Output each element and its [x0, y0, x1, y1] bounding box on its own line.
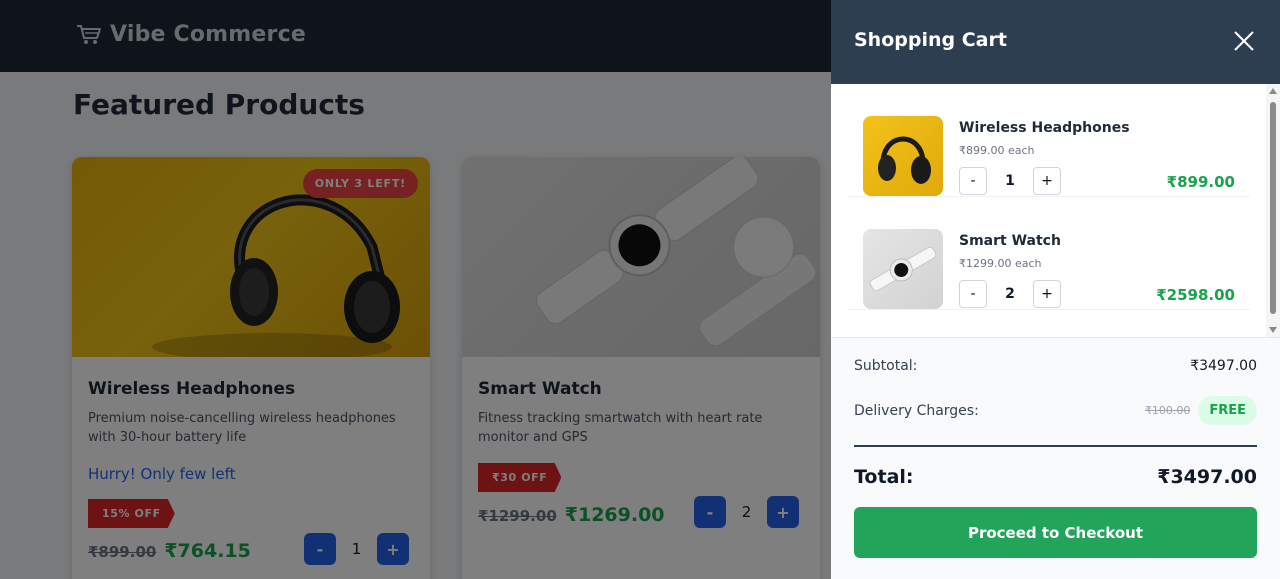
cart-item-unit-price: ₹899.00 each [959, 144, 1035, 157]
close-icon[interactable] [1232, 29, 1256, 53]
cart-header: Shopping Cart [831, 0, 1280, 84]
headphones-thumbnail [878, 136, 931, 184]
quantity-value: 2 [1005, 286, 1015, 302]
decrease-button[interactable]: - [959, 167, 987, 195]
cart-item: Smart Watch ₹1299.00 each - 2 + ₹2598.00 [848, 197, 1250, 310]
cart-item-total: ₹899.00 [1166, 173, 1235, 191]
cart-drawer: Shopping Cart Wireless Headphones ₹899.0… [831, 0, 1280, 579]
scrollbar[interactable] [1266, 84, 1280, 337]
cart-quantity-stepper: - 2 + [959, 280, 1061, 308]
free-delivery-badge: FREE [1198, 396, 1257, 425]
cart-items-list: Wireless Headphones ₹899.00 each - 1 + ₹… [831, 84, 1280, 337]
increase-button[interactable]: + [1033, 167, 1061, 195]
subtotal-row: Subtotal: ₹3497.00 [854, 358, 1257, 374]
scroll-down-arrow-icon[interactable] [1269, 327, 1277, 333]
cart-item-name: Smart Watch [959, 233, 1061, 249]
summary-divider [854, 445, 1257, 447]
total-label: Total: [854, 466, 914, 488]
cart-summary: Subtotal: ₹3497.00 Delivery Charges: ₹10… [831, 337, 1280, 579]
total-row: Total: ₹3497.00 [854, 466, 1257, 488]
total-value: ₹3497.00 [1157, 466, 1257, 488]
scroll-thumb[interactable] [1270, 102, 1276, 314]
cart-title: Shopping Cart [854, 29, 1007, 51]
checkout-button[interactable]: Proceed to Checkout [854, 507, 1257, 558]
smartwatch-thumbnail [869, 246, 937, 292]
cart-item: Wireless Headphones ₹899.00 each - 1 + ₹… [848, 84, 1250, 197]
cart-item-unit-price: ₹1299.00 each [959, 257, 1042, 270]
subtotal-label: Subtotal: [854, 358, 918, 374]
increase-button[interactable]: + [1033, 280, 1061, 308]
delivery-old-price: ₹100.00 [1144, 404, 1191, 417]
cart-item-name: Wireless Headphones [959, 120, 1130, 136]
delivery-label: Delivery Charges: [854, 402, 979, 419]
delivery-row: Delivery Charges: ₹100.00 FREE [854, 396, 1257, 425]
quantity-value: 1 [1005, 173, 1015, 189]
cart-item-image [863, 116, 943, 196]
subtotal-value: ₹3497.00 [1190, 358, 1257, 374]
cart-quantity-stepper: - 1 + [959, 167, 1061, 195]
cart-item-image [863, 229, 943, 309]
cart-item-total: ₹2598.00 [1156, 286, 1235, 304]
scroll-up-arrow-icon[interactable] [1269, 88, 1277, 94]
decrease-button[interactable]: - [959, 280, 987, 308]
